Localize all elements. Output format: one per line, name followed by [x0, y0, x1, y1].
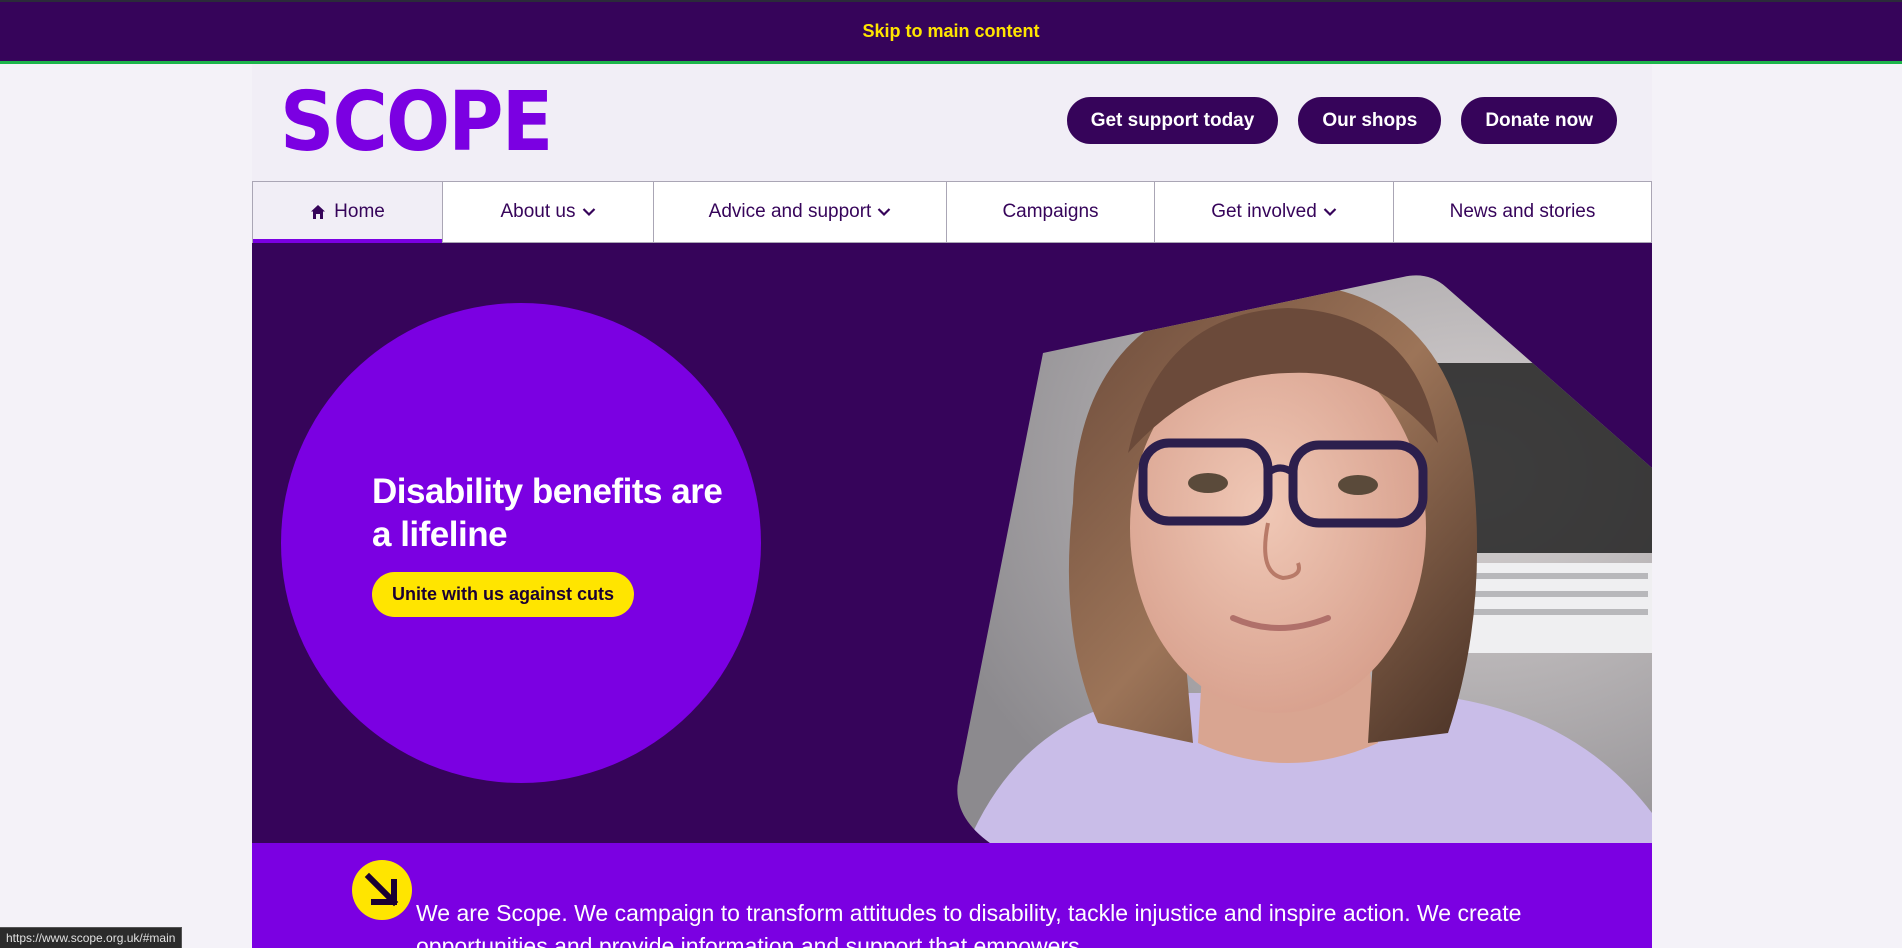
nav-item-advice-and-support[interactable]: Advice and support: [654, 182, 947, 242]
chevron-down-icon: [1323, 208, 1337, 217]
nav-item-campaigns[interactable]: Campaigns: [947, 182, 1155, 242]
nav-item-label: Advice and support: [708, 201, 872, 222]
chevron-down-icon: [878, 208, 891, 217]
status-bar-url: https://www.scope.org.uk/#main: [0, 927, 183, 948]
get-support-button[interactable]: Get support today: [1066, 97, 1279, 144]
hero-banner: Disability benefits are a lifeline Unite…: [252, 243, 1652, 843]
hero-title: Disability benefits are a lifeline: [372, 472, 723, 554]
nav-item-label: About us: [500, 201, 576, 222]
nav-item-label: News and stories: [1449, 201, 1596, 222]
our-shops-button[interactable]: Our shops: [1298, 97, 1442, 144]
site-header: SCOPE Get support today Our shops Donate…: [252, 64, 1652, 181]
unite-against-cuts-button[interactable]: Unite with us against cuts: [372, 572, 635, 617]
nav-item-label: Campaigns: [1002, 201, 1099, 222]
chevron-down-icon: [582, 208, 595, 217]
main-nav: Home About us Advice and support Campaig…: [252, 181, 1652, 243]
nav-item-label: Get involved: [1211, 201, 1317, 222]
intro-text: We are Scope. We campaign to transform a…: [416, 900, 1522, 948]
skip-to-main-link[interactable]: Skip to main content: [862, 21, 1039, 42]
hero-photo: [957, 275, 1652, 843]
scope-logo[interactable]: SCOPE: [280, 82, 553, 164]
donate-now-button[interactable]: Donate now: [1461, 97, 1617, 144]
home-icon: [311, 205, 326, 219]
nav-item-home[interactable]: Home: [253, 182, 443, 243]
nav-item-news-and-stories[interactable]: News and stories: [1394, 182, 1651, 242]
nav-item-label: Home: [334, 201, 385, 222]
nav-item-about-us[interactable]: About us: [443, 182, 654, 242]
intro-band: We are Scope. We campaign to transform a…: [252, 843, 1652, 948]
nav-item-get-involved[interactable]: Get involved: [1155, 182, 1394, 242]
arrow-down-right-icon[interactable]: [352, 860, 412, 920]
skip-bar: Skip to main content: [0, 0, 1902, 64]
header-actions: Get support today Our shops Donate now: [1066, 97, 1617, 144]
